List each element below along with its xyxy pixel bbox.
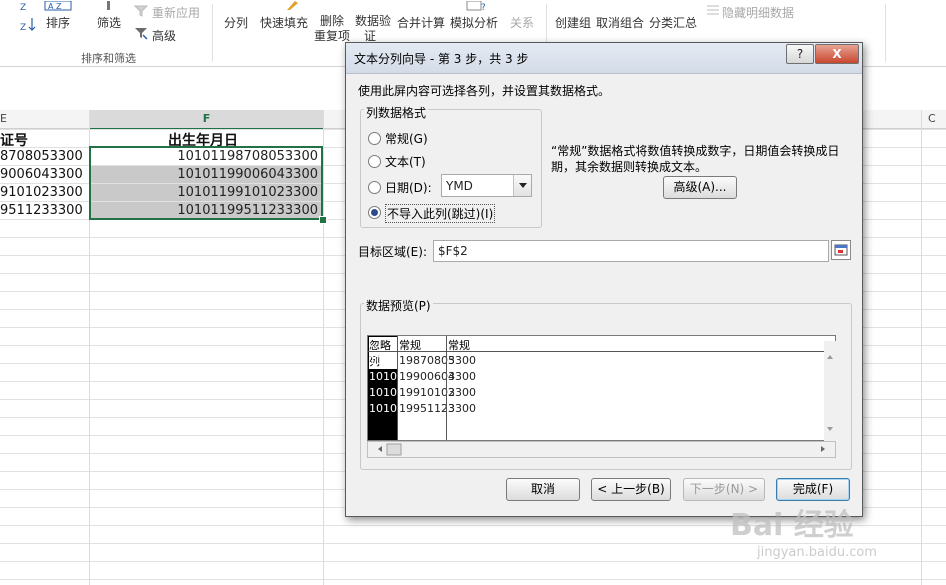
flash-fill-button[interactable]: 快速填充 [260, 14, 308, 31]
text-to-columns-dialog: 文本分列向导 - 第 3 步，共 3 步 ? X 使用此屏内容可选择各列，并设置… [345, 42, 863, 517]
remove-duplicates-button[interactable]: 删除 重复项 [314, 14, 350, 44]
radio-general-label[interactable]: 常规(G) [385, 130, 428, 147]
preview-cell: 3300 [448, 386, 476, 399]
chevron-down-icon[interactable] [513, 175, 531, 196]
sort-az-icon[interactable]: ZZ [18, 0, 38, 36]
next-button[interactable]: 下一步(N) > [683, 478, 765, 501]
radio-date-label[interactable]: 日期(D): [385, 179, 432, 196]
reapply-button[interactable]: 重新应用 [152, 4, 200, 21]
radio-text-label[interactable]: 文本(T) [385, 153, 426, 170]
preview-cell: 3300 [448, 402, 476, 415]
reapply-icon [133, 4, 149, 18]
advanced-button[interactable]: 高级(A)... [663, 176, 737, 199]
dialog-titlebar[interactable]: 文本分列向导 - 第 3 步，共 3 步 ? X [346, 43, 862, 74]
cell-e-row5[interactable]: 9511233300 [0, 203, 83, 218]
radio-date[interactable] [368, 181, 381, 194]
whatif-icon: ? [465, 0, 486, 13]
subtotal-button[interactable]: 分类汇总 [649, 14, 697, 31]
svg-text:Z: Z [20, 3, 26, 13]
advanced-filter-icon [134, 26, 148, 40]
fill-handle[interactable] [319, 216, 327, 224]
advanced-filter-button[interactable]: 高级 [152, 27, 176, 44]
hide-detail-button[interactable]: 隐藏明细数据 [722, 4, 794, 21]
back-button[interactable]: < 上一步(B) [591, 478, 671, 501]
finish-button[interactable]: 完成(F) [776, 478, 850, 501]
radio-skip-column[interactable] [368, 206, 381, 219]
column-format-legend: 列数据格式 [364, 104, 429, 121]
relationships-button[interactable]: 关系 [510, 14, 534, 31]
preview-vertical-scrollbar[interactable] [824, 341, 836, 441]
svg-text:Z: Z [20, 23, 26, 33]
target-range-label: 目标区域(E): [358, 245, 427, 259]
group-sort-filter: 排序和筛选 [81, 52, 136, 65]
target-range-input[interactable]: $F$2 [433, 240, 829, 262]
data-preview-table[interactable]: 忽略列 10101 10101 10101 10101 常规 19870805 … [367, 335, 836, 441]
cancel-button[interactable]: 取消 [506, 478, 580, 501]
preview-label: 数据预览(P) [364, 297, 433, 314]
cell-e-row3[interactable]: 9006043300 [0, 167, 83, 182]
cell-e-row2[interactable]: 8708053300 [0, 149, 83, 164]
consolidate-button[interactable]: 合并计算 [397, 14, 445, 31]
preview-cell: 3300 [448, 370, 476, 383]
svg-text:?: ? [481, 3, 485, 11]
filter-button[interactable]: 筛选 [97, 14, 121, 31]
date-format-select[interactable]: YMD [441, 174, 532, 197]
help-button[interactable]: ? [786, 44, 814, 64]
preview-cell: 3300 [448, 354, 476, 367]
cell-e-row4[interactable]: 9101023300 [0, 185, 83, 200]
radio-general[interactable] [368, 132, 381, 145]
sort-button[interactable]: 排序 [46, 14, 70, 31]
column-header-e[interactable]: E [0, 112, 7, 125]
filter-icon [104, 0, 114, 10]
preview-horizontal-scrollbar[interactable] [367, 441, 836, 458]
range-collapse-icon[interactable] [831, 240, 851, 260]
split-column-button[interactable]: 分列 [224, 14, 248, 31]
validation-label-2: 证 [364, 29, 377, 43]
target-range-value: $F$2 [438, 244, 468, 258]
column-header-right[interactable]: C [928, 112, 936, 125]
flash-fill-icon [285, 0, 299, 10]
sort-dialog-icon[interactable]: A Z [44, 0, 72, 11]
radio-skip-label[interactable]: 不导入此列(跳过)(I) [385, 204, 496, 223]
dialog-title: 文本分列向导 - 第 3 步，共 3 步 [354, 52, 529, 66]
column-header-f[interactable]: F [90, 110, 323, 130]
cell-e-title[interactable]: 证号 [0, 130, 28, 150]
date-format-value: YMD [446, 179, 473, 193]
instruction-text: 使用此屏内容可选择各列，并设置其数据格式。 [358, 84, 611, 98]
baidu-watermark-logo: Bai 经验 [730, 508, 854, 543]
radio-text[interactable] [368, 155, 381, 168]
selection-border [89, 146, 323, 220]
remove-dup-label-2: 重复项 [314, 29, 351, 43]
hide-detail-icon [706, 4, 720, 16]
data-validation-button[interactable]: 数据验 证 [355, 14, 391, 44]
ungroup-button[interactable]: 取消组合 [596, 14, 644, 31]
validation-label-1: 数据验 [355, 14, 392, 28]
remove-dup-label-1: 删除 [320, 14, 345, 28]
format-description-line2: 期，其余数据则转换成文本。 [551, 160, 708, 174]
whatif-analysis-button[interactable]: 模拟分析 [450, 14, 498, 31]
group-button[interactable]: 创建组 [555, 14, 591, 31]
baidu-watermark-url: jingyan.baidu.com [757, 545, 877, 560]
format-description-line1: “常规”数据格式将数值转换成数字，日期值会转换成日 [551, 144, 840, 158]
close-button[interactable]: X [815, 44, 859, 64]
svg-text:A Z: A Z [48, 2, 62, 11]
